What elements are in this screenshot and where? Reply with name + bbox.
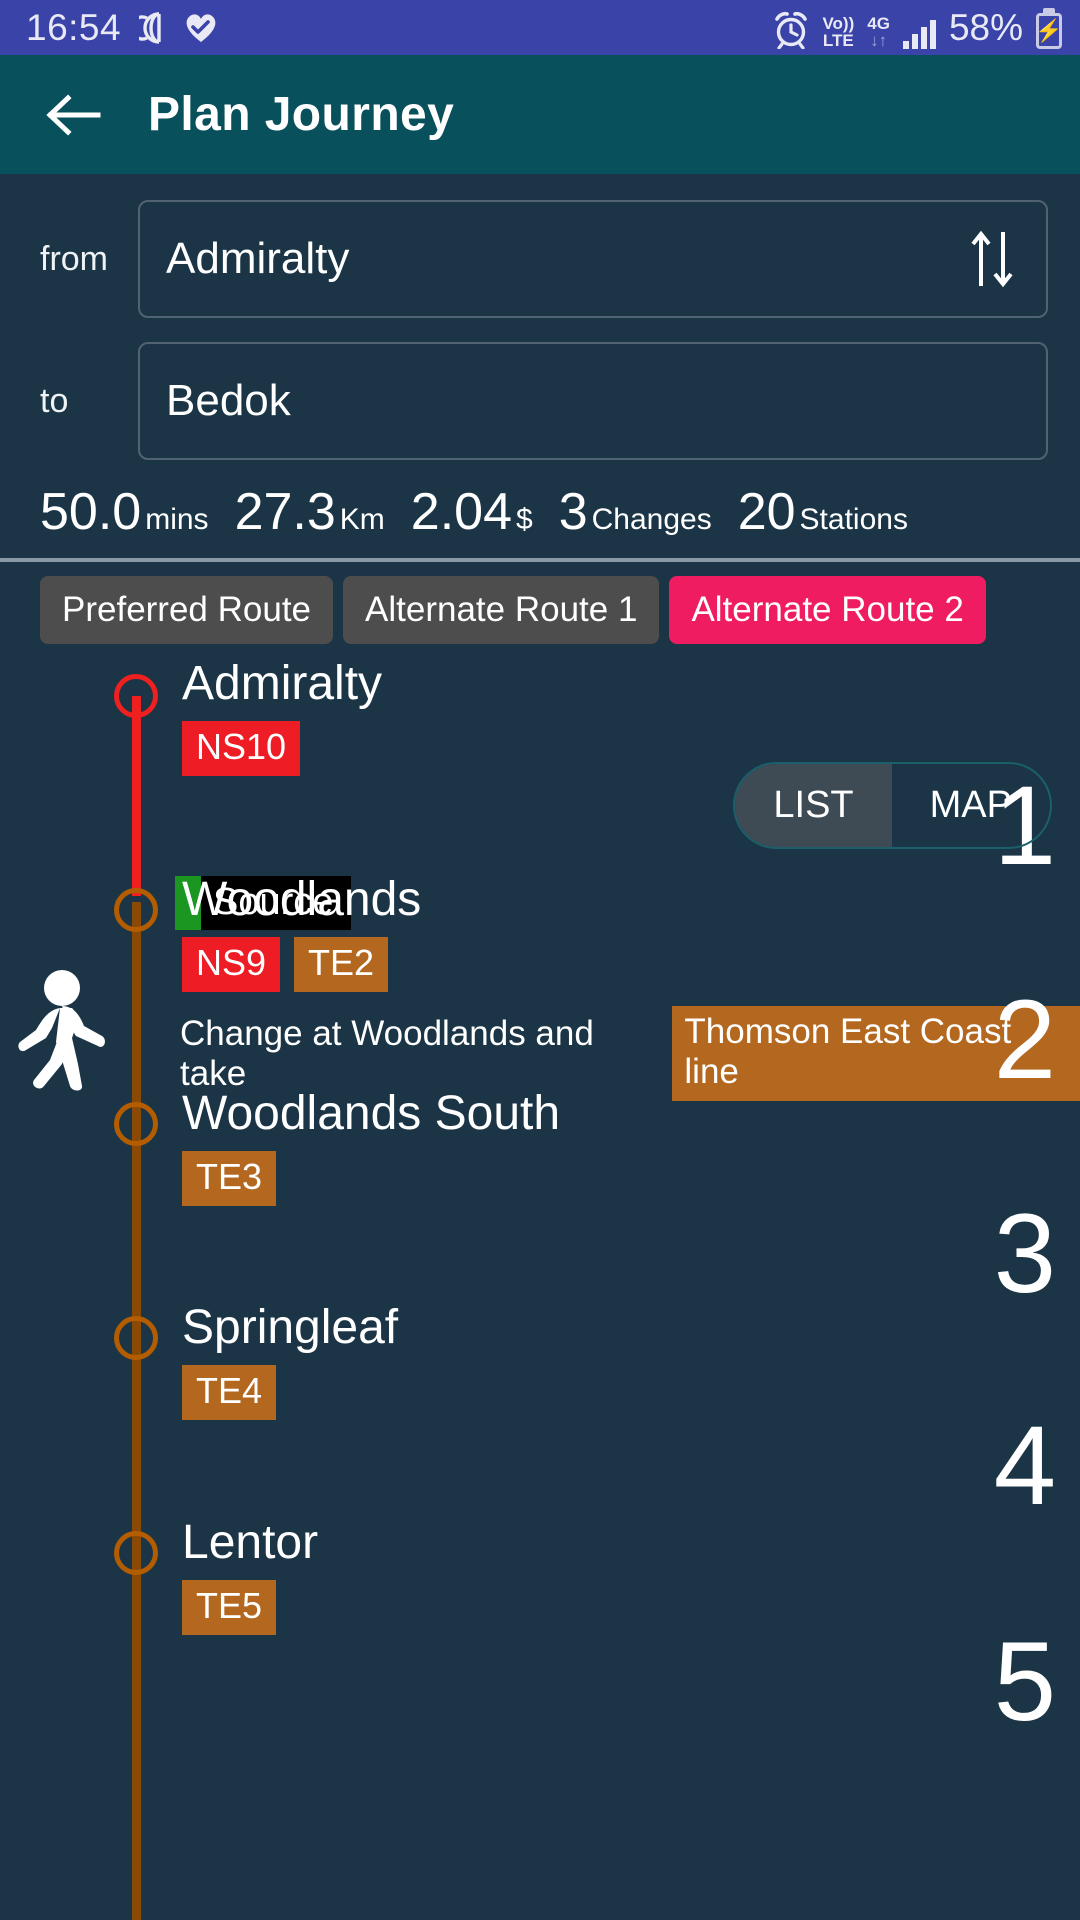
signal-bars-icon: [902, 19, 936, 49]
status-left-icons: [139, 11, 219, 45]
stat-stations: 20 Stations: [737, 483, 908, 541]
swap-vertical-icon[interactable]: [968, 230, 1016, 288]
battery-percent: 58%: [948, 6, 1023, 48]
stat-changes: 3 Changes: [558, 483, 712, 541]
station-node-woodlands-south: [114, 1102, 158, 1146]
status-time: 16:54: [26, 6, 122, 48]
line-badge: TE4: [182, 1365, 277, 1420]
tab-preferred-route[interactable]: Preferred Route: [40, 576, 334, 644]
volte-icon: Vo)) LTE: [822, 13, 855, 50]
from-row: from Admiralty: [0, 174, 1080, 318]
line-badge: TE3: [182, 1151, 277, 1206]
from-value: Admiralty: [166, 234, 350, 283]
status-right-icons: Vo)) LTE 4G ↓↑ 58% ⚡: [773, 6, 1063, 50]
line-badges: TE5: [182, 1580, 318, 1635]
station-lentor: Lentor TE5: [182, 1515, 318, 1635]
station-node-woodlands: [114, 888, 158, 932]
line-badges: NS9 TE2: [182, 937, 421, 992]
station-node-admiralty: [114, 674, 158, 718]
station-name: Springleaf: [182, 1301, 399, 1354]
battery-charging-icon: ⚡: [1035, 12, 1063, 49]
route-tabs: Preferred Route Alternate Route 1 Altern…: [0, 562, 1080, 644]
from-input[interactable]: Admiralty: [138, 200, 1048, 318]
step-number: 5: [993, 1619, 1056, 1744]
journey-search-panel: from Admiralty to Bedok 50.0 mins 27.3 K…: [0, 174, 1080, 644]
view-toggle: LIST MAP: [733, 762, 1052, 849]
to-label: to: [40, 381, 69, 420]
network-type-icon: 4G ↓↑: [867, 13, 890, 50]
page-title: Plan Journey: [148, 88, 455, 141]
station-name: Woodlands: [182, 873, 422, 926]
back-arrow-icon[interactable]: [46, 92, 102, 138]
stat-duration: 50.0 mins: [40, 483, 209, 541]
rail-te-line: [132, 902, 141, 1920]
alarm-icon: [775, 11, 808, 49]
status-bar: 16:54 Vo)) LTE 4G ↓↑ 58% ⚡: [0, 0, 1080, 55]
line-badge: TE2: [294, 937, 389, 992]
journey-stats: 50.0 mins 27.3 Km 2.04 $ 3 Changes 20 St…: [0, 460, 1080, 558]
list-view-button[interactable]: LIST: [735, 764, 892, 847]
line-badges: TE4: [182, 1365, 398, 1420]
to-row: to Bedok: [0, 318, 1080, 460]
to-value: Bedok: [166, 376, 291, 425]
data-arrows-icon: ↓↑: [870, 30, 888, 50]
step-number: 3: [993, 1191, 1056, 1316]
dual-sim-icon: [139, 11, 161, 44]
station-springleaf: Springleaf TE4: [182, 1300, 398, 1420]
rail-ns-line: [132, 696, 141, 896]
map-view-button[interactable]: MAP: [892, 764, 1050, 847]
station-name: Woodlands South: [182, 1087, 561, 1140]
line-badges: NS10: [182, 721, 382, 776]
to-input[interactable]: Bedok: [138, 342, 1048, 460]
station-admiralty: Admiralty NS10: [182, 656, 382, 776]
app-bar: Plan Journey: [0, 55, 1080, 174]
from-label: from: [40, 239, 108, 278]
station-node-springleaf: [114, 1316, 158, 1360]
step-number: 2: [993, 977, 1056, 1102]
station-node-lentor: [114, 1531, 158, 1575]
heart-health-icon: [186, 14, 216, 42]
tab-alternate-route-1[interactable]: Alternate Route 1: [343, 576, 660, 644]
line-badges: TE3: [182, 1151, 560, 1206]
stat-distance: 27.3 Km: [234, 483, 385, 541]
line-badge: NS10: [182, 721, 301, 776]
stat-fare: 2.04 $: [410, 483, 533, 541]
walking-person-icon: [18, 970, 105, 1091]
step-number: 4: [993, 1403, 1056, 1528]
station-name: Lentor: [182, 1516, 319, 1569]
tab-alternate-route-2[interactable]: Alternate Route 2: [669, 576, 986, 644]
line-badge: NS9: [182, 937, 281, 992]
line-badge: TE5: [182, 1580, 277, 1635]
change-instruction-text: Change at Woodlands and take: [180, 1013, 594, 1093]
station-woodlands: Woodlands NS9 TE2: [182, 872, 421, 992]
station-name: Admiralty: [182, 657, 383, 710]
station-woodlands-south: Woodlands South TE3: [182, 1086, 560, 1206]
